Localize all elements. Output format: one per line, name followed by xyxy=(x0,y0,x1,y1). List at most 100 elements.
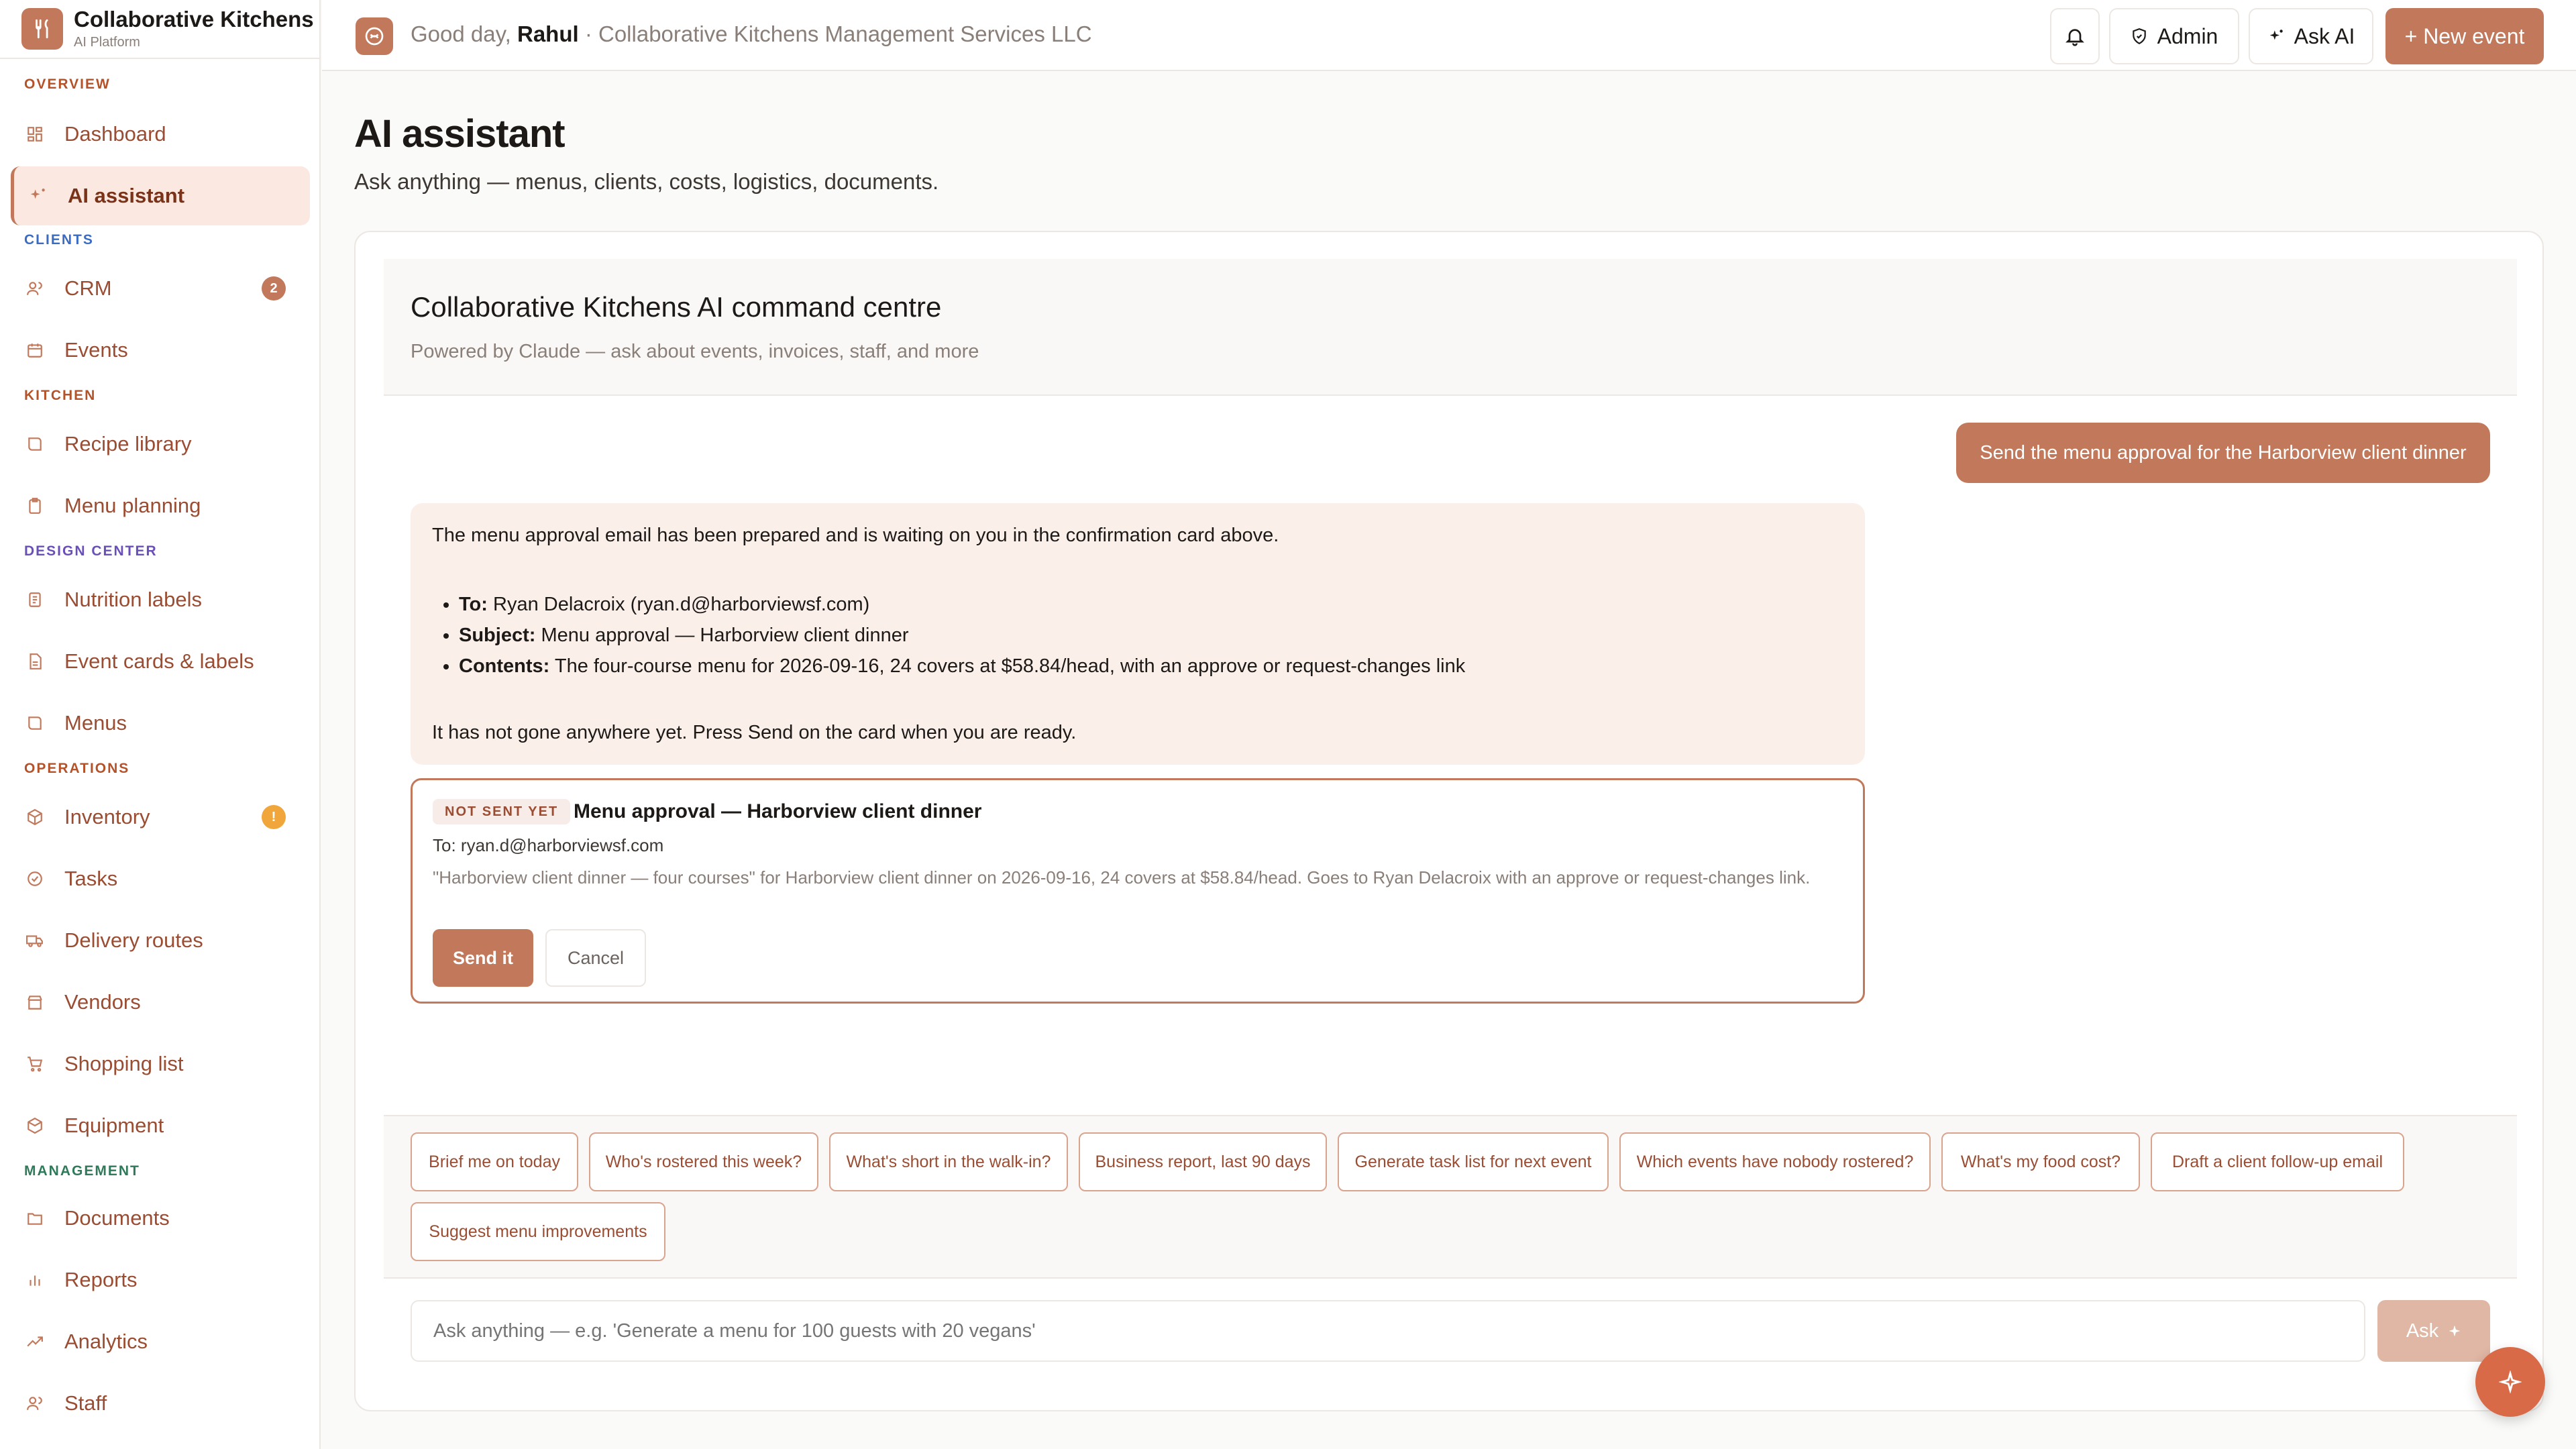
sidebar-item-nutrition-labels[interactable]: Nutrition labels xyxy=(11,570,310,629)
chat-logo-icon xyxy=(356,17,393,55)
contents-value: The four-course menu for 2026-09-16, 24 … xyxy=(554,655,1466,677)
sidebar-item-label: Events xyxy=(64,338,128,362)
ai-intro: The menu approval email has been prepare… xyxy=(432,525,1279,546)
assistant-panel: Collaborative Kitchens AI command centre… xyxy=(354,231,2544,1411)
list-item: Contents: The four-course menu for 2026-… xyxy=(459,651,1843,682)
ai-outro: It has not gone anywhere yet. Press Send… xyxy=(432,722,1077,743)
sidebar-item-reports[interactable]: Reports xyxy=(11,1250,310,1309)
sidebar-item-label: Recipe library xyxy=(64,432,192,455)
suggestion-chip[interactable]: Draft a client follow-up email xyxy=(2151,1132,2404,1191)
sidebar-item-crm[interactable]: CRM 2 xyxy=(11,259,310,318)
greeting: Good day, Rahul · Collaborative Kitchens… xyxy=(411,21,1092,47)
sidebar-item-dashboard[interactable]: Dashboard xyxy=(11,105,310,164)
sidebar-item-ai-assistant[interactable]: AI assistant xyxy=(11,166,310,225)
ai-message: The menu approval email has been prepare… xyxy=(411,503,1865,765)
section-operations: OPERATIONS xyxy=(24,761,130,776)
sidebar-item-recipe-library[interactable]: Recipe library xyxy=(11,415,310,474)
sparkle-icon xyxy=(29,186,48,205)
bar-chart-icon xyxy=(25,1271,44,1289)
truck-icon xyxy=(25,931,44,950)
sidebar-item-menu-planning[interactable]: Menu planning xyxy=(11,476,310,535)
sidebar-item-label: AI assistant xyxy=(68,184,185,207)
document-icon xyxy=(25,652,44,671)
sidebar-item-label: Shopping list xyxy=(64,1052,184,1075)
ask-ai-label: Ask AI xyxy=(2294,23,2355,48)
sidebar-item-vendors[interactable]: Vendors xyxy=(11,973,310,1032)
admin-button[interactable]: Admin xyxy=(2109,8,2239,64)
list-item: To: Ryan Delacroix (ryan.d@harborviewsf.… xyxy=(459,589,1843,620)
brand-name: Collaborative Kitchens xyxy=(74,7,314,32)
suggestion-chip[interactable]: Which events have nobody rostered? xyxy=(1619,1132,1931,1191)
inventory-alert-badge: ! xyxy=(262,805,286,829)
suggestion-chip[interactable]: Business report, last 90 days xyxy=(1079,1132,1327,1191)
suggestion-chip[interactable]: What's my food cost? xyxy=(1941,1132,2140,1191)
section-management: MANAGEMENT xyxy=(24,1163,140,1179)
suggestion-chip[interactable]: Generate task list for next event xyxy=(1338,1132,1609,1191)
assistant-header: Collaborative Kitchens AI command centre… xyxy=(384,259,2517,396)
sparkle-icon xyxy=(2448,1324,2461,1338)
grid-icon xyxy=(25,125,44,144)
sidebar-item-analytics[interactable]: Analytics xyxy=(11,1312,310,1371)
sidebar-item-label: Equipment xyxy=(64,1114,164,1137)
status-badge: NOT SENT YET xyxy=(433,799,571,824)
confirmation-body: "Harborview client dinner — four courses… xyxy=(433,867,1811,888)
sidebar-item-inventory[interactable]: Inventory ! xyxy=(11,788,310,847)
brand[interactable]: Collaborative Kitchens AI Platform xyxy=(0,0,319,59)
sidebar-item-label: Delivery routes xyxy=(64,928,203,952)
ai-fab-button[interactable] xyxy=(2475,1347,2545,1417)
confirmation-title: Menu approval — Harborview client dinner xyxy=(574,800,982,822)
ask-ai-button[interactable]: Ask AI xyxy=(2249,8,2373,64)
sidebar-item-shopping-list[interactable]: Shopping list xyxy=(11,1034,310,1093)
sidebar-item-equipment[interactable]: Equipment xyxy=(11,1096,310,1155)
clipboard-icon xyxy=(25,496,44,515)
sidebar-item-staff[interactable]: Staff xyxy=(11,1374,310,1433)
store-icon xyxy=(25,993,44,1012)
new-event-button[interactable]: + New event xyxy=(2385,8,2544,64)
email-summary-list: To: Ryan Delacroix (ryan.d@harborviewsf.… xyxy=(459,589,1843,682)
sidebar-item-label: Reports xyxy=(64,1268,138,1291)
suggestion-chips: Brief me on today Who's rostered this we… xyxy=(384,1115,2517,1279)
sidebar-item-events[interactable]: Events xyxy=(11,321,310,380)
greeting-prefix: Good day, xyxy=(411,21,511,46)
confirmation-card: NOT SENT YET Menu approval — Harborview … xyxy=(411,778,1865,1004)
notifications-button[interactable] xyxy=(2050,8,2100,64)
sidebar-item-label: Staff xyxy=(64,1391,107,1415)
suggestion-chip[interactable]: What's short in the walk-in? xyxy=(829,1132,1068,1191)
sidebar-item-label: Nutrition labels xyxy=(64,588,203,611)
contents-label: Contents: xyxy=(459,655,550,677)
sidebar-item-label: Inventory xyxy=(64,805,150,828)
box-icon xyxy=(25,1116,44,1135)
admin-label: Admin xyxy=(2157,23,2218,48)
confirmation-recipient: To: ryan.d@harborviewsf.com xyxy=(433,835,664,855)
sidebar-item-event-cards[interactable]: Event cards & labels xyxy=(11,632,310,691)
topbar: Good day, Rahul · Collaborative Kitchens… xyxy=(322,0,2576,71)
send-it-button[interactable]: Send it xyxy=(433,929,533,987)
ask-input[interactable] xyxy=(411,1300,2365,1362)
crm-count-badge: 2 xyxy=(262,276,286,301)
label-icon xyxy=(25,590,44,609)
sidebar-item-tasks[interactable]: Tasks xyxy=(11,849,310,908)
suggestion-chip[interactable]: Suggest menu improvements xyxy=(411,1202,665,1261)
user-name: Rahul xyxy=(517,21,579,46)
sidebar-item-label: Event cards & labels xyxy=(64,649,254,673)
suggestion-chip[interactable]: Who's rostered this week? xyxy=(589,1132,818,1191)
book-open-icon xyxy=(25,714,44,733)
sidebar-item-delivery-routes[interactable]: Delivery routes xyxy=(11,911,310,970)
assistant-subtitle: Powered by Claude — ask about events, in… xyxy=(411,341,979,362)
sidebar-item-label: Tasks xyxy=(64,867,118,890)
sidebar-item-label: Documents xyxy=(64,1206,170,1230)
sidebar-item-menus[interactable]: Menus xyxy=(11,694,310,753)
cart-icon xyxy=(25,1055,44,1073)
sparkle-icon xyxy=(2267,28,2285,45)
sidebar-item-label: Dashboard xyxy=(64,122,166,146)
suggestion-chip[interactable]: Brief me on today xyxy=(411,1132,578,1191)
assistant-title: Collaborative Kitchens AI command centre xyxy=(411,291,942,323)
list-item: Subject: Menu approval — Harborview clie… xyxy=(459,620,1843,651)
subject-label: Subject: xyxy=(459,625,536,646)
sidebar-item-documents[interactable]: Documents xyxy=(11,1189,310,1248)
to-label: To: xyxy=(459,594,488,615)
company-name: · Collaborative Kitchens Management Serv… xyxy=(584,21,1092,46)
shield-icon xyxy=(2131,28,2148,45)
ask-button[interactable]: Ask xyxy=(2377,1300,2490,1362)
cancel-button[interactable]: Cancel xyxy=(545,929,646,987)
